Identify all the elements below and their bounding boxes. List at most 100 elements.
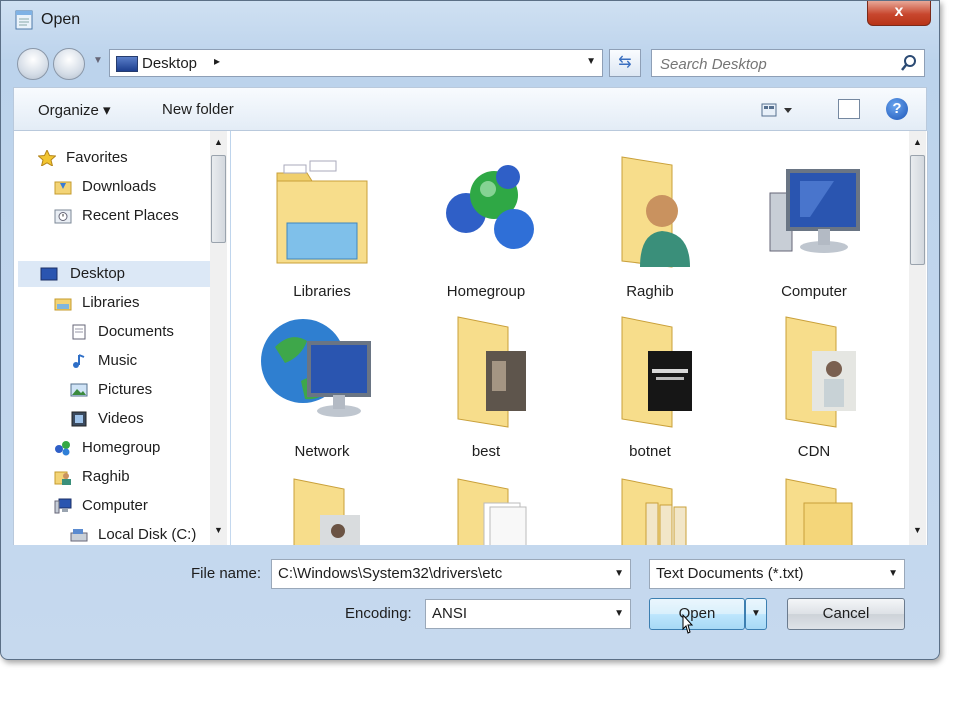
sidebar-item-recent-places[interactable]: Recent Places	[54, 203, 224, 229]
list-item-raghib[interactable]: Raghib	[575, 141, 725, 301]
sidebar-item-label: Local Disk (C:)	[98, 526, 197, 543]
file-name-chevron-down-icon[interactable]: ▼	[614, 568, 624, 579]
folder-icon	[457, 478, 527, 545]
sidebar-item-downloads[interactable]: Downloads	[54, 174, 224, 200]
new-folder-button[interactable]: New folder	[162, 101, 234, 118]
item-label: best	[471, 443, 501, 460]
address-bar[interactable]: Desktop ▸ ▼	[109, 49, 603, 77]
sidebar-item-label: Libraries	[82, 294, 140, 311]
sidebar-item-libraries[interactable]: Libraries	[54, 290, 224, 316]
dialog-footer: File name: C:\Windows\System32\drivers\e…	[13, 547, 927, 651]
sidebar-item-desktop[interactable]: Desktop	[18, 261, 214, 287]
list-item-folder[interactable]	[739, 463, 889, 545]
videos-icon	[71, 411, 87, 427]
scroll-down-arrow-icon[interactable]: ▼	[214, 525, 223, 535]
change-view-icon[interactable]	[760, 100, 794, 120]
sidebar-item-label: Homegroup	[82, 439, 161, 456]
sidebar-item-homegroup[interactable]: Homegroup	[54, 435, 224, 461]
file-type-value[interactable]: Text Documents (*.txt)	[656, 565, 804, 582]
desktop-icon	[40, 267, 58, 281]
encoding-value[interactable]: ANSI	[432, 605, 467, 622]
back-button[interactable]	[17, 48, 49, 80]
item-label: CDN	[797, 443, 831, 460]
computer-icon	[769, 169, 860, 253]
recent-pages-chevron-down-icon[interactable]: ▼	[93, 55, 103, 66]
address-separator-icon[interactable]: ▸	[214, 54, 220, 68]
title-bar: Open x	[1, 1, 939, 41]
sidebar-item-favorites[interactable]: Favorites	[38, 145, 218, 171]
sidebar-item-label: Pictures	[98, 381, 153, 398]
command-bar: Organize ▾ New folder ?	[13, 87, 927, 131]
network-icon	[261, 319, 371, 417]
close-button[interactable]: x	[867, 1, 931, 26]
open-button[interactable]: Open	[649, 598, 745, 630]
computer-icon	[54, 498, 72, 514]
item-label: Homegroup	[446, 283, 526, 300]
scroll-up-arrow-icon[interactable]: ▲	[913, 137, 922, 147]
scroll-down-arrow-icon[interactable]: ▼	[913, 525, 922, 535]
file-list-scrollbar[interactable]: ▲ ▼	[909, 131, 926, 545]
scrollbar-thumb[interactable]	[211, 155, 226, 243]
file-name-value[interactable]: C:\Windows\System32\drivers\etc	[278, 565, 502, 582]
sidebar-item-pictures[interactable]: Pictures	[70, 377, 230, 403]
folder-icon	[457, 316, 526, 428]
list-item-cdn[interactable]: CDN	[739, 301, 889, 461]
list-item-libraries[interactable]: Libraries	[247, 141, 397, 301]
address-location[interactable]: Desktop	[142, 55, 197, 72]
libraries-icon	[54, 298, 72, 311]
folder-icon	[293, 478, 360, 545]
sidebar-item-videos[interactable]: Videos	[70, 406, 230, 432]
file-name-label: File name:	[191, 565, 262, 582]
notepad-icon	[15, 10, 33, 30]
list-item-folder[interactable]	[411, 463, 561, 545]
list-item-botnet[interactable]: botnet	[575, 301, 725, 461]
desktop-icon	[116, 56, 138, 72]
cancel-button[interactable]: Cancel	[787, 598, 905, 630]
sidebar-item-label: Documents	[98, 323, 174, 340]
mouse-cursor-icon	[682, 613, 694, 634]
preview-pane-icon[interactable]	[838, 99, 860, 119]
music-icon	[73, 354, 85, 368]
scroll-up-arrow-icon[interactable]: ▲	[214, 137, 223, 147]
search-icon[interactable]	[900, 54, 918, 72]
file-type-chevron-down-icon[interactable]: ▼	[888, 568, 898, 579]
list-item-best[interactable]: best	[411, 301, 561, 461]
navigation-bar: ▼ Desktop ▸ ▼ ⇆	[1, 43, 939, 83]
encoding-chevron-down-icon[interactable]: ▼	[614, 608, 624, 619]
sidebar-item-raghib[interactable]: Raghib	[54, 464, 224, 490]
list-item-network[interactable]: Network	[247, 301, 397, 461]
item-label: Computer	[781, 283, 847, 300]
sidebar-item-music[interactable]: Music	[70, 348, 230, 374]
scrollbar-thumb[interactable]	[910, 155, 925, 265]
window-title: Open	[41, 11, 81, 28]
sidebar-item-local-disk[interactable]: Local Disk (C:)	[70, 522, 230, 545]
list-item-homegroup[interactable]: Homegroup	[411, 141, 561, 301]
file-name-field[interactable]: C:\Windows\System32\drivers\etc ▼	[271, 559, 631, 589]
list-item-folder[interactable]	[247, 463, 397, 545]
address-dropdown-icon[interactable]: ▼	[586, 56, 596, 67]
folder-icon	[621, 316, 692, 428]
homegroup-icon	[55, 441, 70, 456]
file-type-select[interactable]: Text Documents (*.txt) ▼	[649, 559, 905, 589]
help-icon[interactable]: ?	[886, 98, 908, 120]
item-label: Network	[294, 443, 350, 460]
star-icon	[38, 150, 56, 166]
organize-button[interactable]: Organize ▾	[38, 101, 111, 119]
sidebar-item-documents[interactable]: Documents	[70, 319, 230, 345]
forward-button[interactable]	[53, 48, 85, 80]
list-item-computer[interactable]: Computer	[739, 141, 889, 301]
sidebar-item-computer[interactable]: Computer	[54, 493, 224, 519]
open-options-chevron-down-icon[interactable]: ▼	[745, 598, 767, 630]
refresh-button[interactable]: ⇆	[609, 49, 641, 77]
folder-icon	[621, 478, 687, 545]
list-item-folder[interactable]	[575, 463, 725, 545]
open-dialog: Open x ▼ Desktop ▸ ▼ ⇆ Organize ▾ New fo…	[0, 0, 940, 660]
search-input[interactable]	[658, 53, 892, 75]
sidebar-item-label: Favorites	[66, 149, 128, 166]
file-list-view: Libraries Homegroup Raghib Computer Netw…	[231, 131, 928, 545]
navigation-pane-scrollbar[interactable]: ▲ ▼	[210, 131, 227, 545]
encoding-select[interactable]: ANSI ▼	[425, 599, 631, 629]
search-box[interactable]	[651, 49, 925, 77]
hard-disk-icon	[70, 529, 88, 542]
user-folder-icon	[54, 471, 71, 485]
